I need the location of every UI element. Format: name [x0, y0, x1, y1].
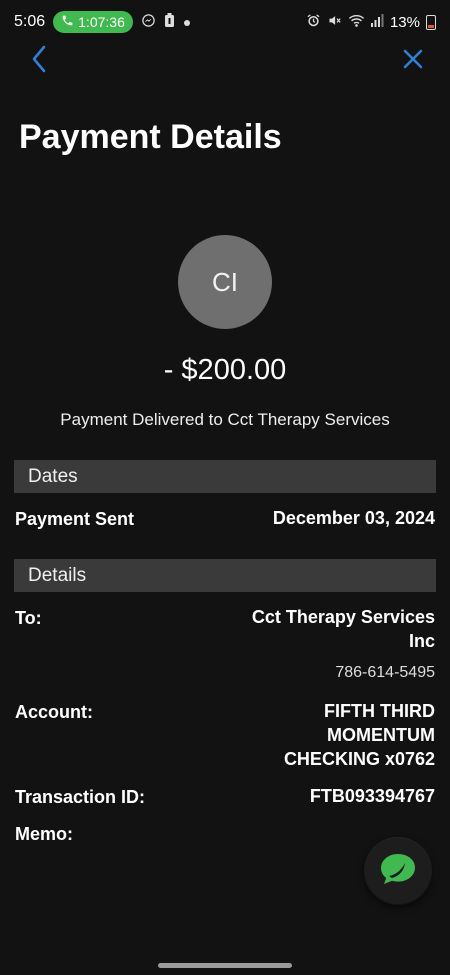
transaction-id-label: Transaction ID: — [15, 787, 146, 807]
close-button[interactable] — [398, 46, 428, 76]
status-bar-left: 5:06 1:07:36 — [14, 11, 191, 33]
battery-saver-icon — [164, 13, 175, 31]
chat-bubble-icon — [378, 852, 418, 891]
signal-icon — [370, 13, 384, 31]
messenger-icon — [141, 13, 156, 31]
account-value-line3: CHECKING x0762 — [283, 749, 435, 769]
account-value-line2: MOMENTUM — [327, 725, 435, 745]
payment-sent-value: December 03, 2024 — [272, 508, 435, 528]
back-button[interactable] — [24, 45, 54, 78]
dot-icon — [183, 15, 191, 30]
mute-icon — [327, 13, 342, 32]
to-recipient-name-line1: Cct Therapy Services — [251, 607, 435, 627]
to-recipient-phone: 786-614-5495 — [335, 664, 435, 681]
to-recipient-name: Cct Therapy Services Inc — [252, 605, 435, 653]
payment-amount: - $200.00 — [163, 354, 287, 386]
payment-sent-label: Payment Sent — [15, 509, 135, 529]
dates-section-header: Dates — [14, 460, 436, 493]
alarm-icon — [306, 13, 321, 32]
payee-initials: CI — [212, 266, 238, 297]
battery-percent: 13% — [389, 13, 420, 31]
memo-label: Memo: — [15, 824, 73, 844]
account-value: FIFTH THIRD MOMENTUM CHECKING x0762 — [284, 699, 435, 771]
phone-icon — [61, 14, 74, 30]
to-recipient-name-line2: Inc — [408, 631, 435, 651]
chat-button[interactable] — [365, 838, 431, 904]
account-label: Account: — [15, 702, 93, 722]
to-label: To: — [15, 608, 42, 628]
status-time: 5:06 — [14, 13, 46, 30]
wifi-icon — [348, 13, 365, 32]
page-title: Payment Details — [19, 118, 282, 156]
delivery-status-text: Payment Delivered to Cct Therapy Service… — [60, 410, 390, 429]
payee-avatar: CI — [178, 235, 272, 329]
nav-bar — [0, 40, 450, 84]
chevron-left-icon — [31, 45, 47, 78]
home-indicator[interactable] — [158, 963, 292, 968]
call-timer: 1:07:36 — [78, 14, 125, 30]
battery-icon — [426, 14, 436, 30]
transaction-id-value: FTB093394767 — [309, 786, 435, 806]
close-icon — [403, 49, 423, 74]
details-section-header: Details — [14, 559, 436, 592]
ongoing-call-pill[interactable]: 1:07:36 — [53, 11, 133, 33]
status-bar-right: 13% — [306, 13, 436, 32]
status-bar: 5:06 1:07:36 13% — [0, 0, 450, 44]
account-value-line1: FIFTH THIRD — [324, 701, 435, 721]
